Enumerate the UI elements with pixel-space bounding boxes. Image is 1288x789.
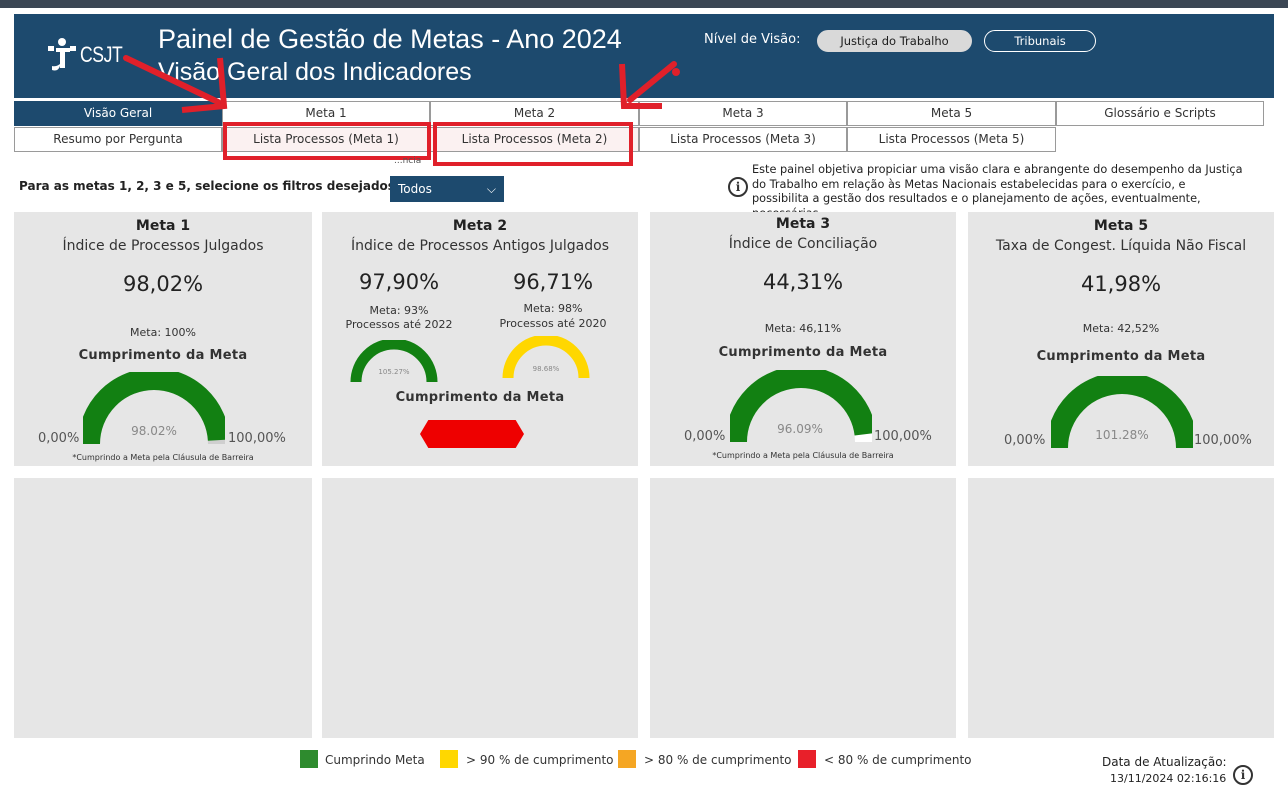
gauge-value: 96.09% <box>777 422 823 436</box>
legend-swatch-80 <box>618 750 636 768</box>
card-desc-2022: Processos até 2022 <box>345 318 453 331</box>
card-title: Meta 5 <box>1093 218 1149 234</box>
annotation-arrow-right <box>619 61 680 109</box>
card-title: Meta 3 <box>775 216 831 232</box>
tab-resumo-por-pergunta[interactable]: Resumo por Pergunta <box>14 127 222 152</box>
cumprimento-label: Cumprimento da Meta <box>78 348 248 363</box>
gauge-chart-2022 <box>350 340 438 383</box>
nivel-visao-label: Nível de Visão: <box>704 32 801 47</box>
card-title: Meta 1 <box>135 218 191 234</box>
card-subtitle: Índice de Processos Antigos Julgados <box>350 238 610 254</box>
filter-instruction-label: Para as metas 1, 2, 3 e 5, selecione os … <box>19 179 400 193</box>
empty-panel-3 <box>650 478 956 738</box>
legend-swatch-90 <box>440 750 458 768</box>
cumprimento-label: Cumprimento da Meta <box>1036 349 1206 364</box>
card-meta-target: Meta: 100% <box>130 326 196 339</box>
annotation-highlight-box-meta-1 <box>223 122 431 160</box>
gauge-min-label: 0,00% <box>1004 433 1046 448</box>
gauge-value: 101.28% <box>1095 428 1149 442</box>
tab-lista-processos-meta-3[interactable]: Lista Processos (Meta 3) <box>639 127 847 152</box>
tab-glossario-scripts[interactable]: Glossário e Scripts <box>1056 101 1264 126</box>
tab-lista-processos-meta-5[interactable]: Lista Processos (Meta 5) <box>847 127 1056 152</box>
gauge-value-2022: 105.27% <box>378 368 410 376</box>
annotation-arrow-left <box>123 55 228 113</box>
card-value: 41,98% <box>1080 272 1162 296</box>
gauge-max-label: 100,00% <box>228 431 286 446</box>
info-icon-update[interactable]: i <box>1233 765 1253 785</box>
card-desc-2020: Processos até 2020 <box>499 317 607 330</box>
gauge-max-label: 100,00% <box>874 429 932 444</box>
legend-label-cumprindo: Cumprindo Meta <box>325 753 425 767</box>
empty-panel-4 <box>968 478 1274 738</box>
legend-swatch-below-80 <box>798 750 816 768</box>
tab-meta-5[interactable]: Meta 5 <box>847 101 1056 126</box>
gauge-min-label: 0,00% <box>684 429 726 444</box>
card-subtitle: Índice de Processos Julgados <box>62 238 264 254</box>
card-subtitle: Índice de Conciliação <box>728 236 878 252</box>
empty-panel-2 <box>322 478 638 738</box>
legend-label-below-80: < 80 % de cumprimento <box>824 753 972 767</box>
card-value: 44,31% <box>762 270 844 294</box>
card-footnote: *Cumprindo a Meta pela Cláusula de Barre… <box>72 453 254 462</box>
gauge-value: 98.02% <box>131 424 177 438</box>
card-meta-target: Meta: 46,11% <box>764 322 842 335</box>
card-meta-5: Meta 5 Taxa de Congest. Líquida Não Fisc… <box>968 212 1274 466</box>
annotation-highlight-box-meta-2 <box>433 122 633 166</box>
card-footnote: *Cumprindo a Meta pela Cláusula de Barre… <box>712 451 894 460</box>
card-meta-target-2022: Meta: 93% <box>369 304 429 317</box>
info-icon[interactable]: i <box>728 177 748 197</box>
top-strip <box>0 0 1288 8</box>
legend-label-90: > 90 % de cumprimento <box>466 753 614 767</box>
cumprimento-label: Cumprimento da Meta <box>395 390 565 405</box>
legend-swatch-cumprindo <box>300 750 318 768</box>
card-value-2020: 96,71% <box>512 270 594 294</box>
filter-dropdown[interactable]: Todos ⌵ <box>390 176 504 202</box>
status-indicator-red <box>420 420 524 448</box>
gauge-chart-2020 <box>502 336 590 379</box>
empty-panel-1 <box>14 478 312 738</box>
card-value-2022: 97,90% <box>358 270 440 294</box>
update-label: Data de Atualização: <box>1102 755 1227 769</box>
gauge-value-2020: 98.68% <box>532 365 560 373</box>
update-date: 13/11/2024 02:16:16 <box>1110 772 1227 785</box>
nivel-justica-trabalho-button[interactable]: Justiça do Trabalho <box>817 30 972 52</box>
card-title: Meta 2 <box>452 218 508 234</box>
legend-label-80: > 80 % de cumprimento <box>644 753 792 767</box>
gauge-max-label: 100,00% <box>1194 433 1252 448</box>
card-meta-target: Meta: 42,52% <box>1082 322 1160 335</box>
filter-hint-label: ...ncia <box>394 156 422 166</box>
csjt-logo-icon <box>48 38 76 71</box>
card-meta-target-2020: Meta: 98% <box>523 302 583 315</box>
card-meta-3: Meta 3 Índice de Conciliação 44,31% Meta… <box>650 212 956 466</box>
filter-dropdown-value: Todos <box>398 182 432 196</box>
card-meta-1: Meta 1 Índice de Processos Julgados 98,0… <box>14 212 312 466</box>
nivel-tribunais-button[interactable]: Tribunais <box>984 30 1096 52</box>
cumprimento-label: Cumprimento da Meta <box>718 345 888 360</box>
card-subtitle: Taxa de Congest. Líquida Não Fiscal <box>995 238 1247 254</box>
chevron-down-icon: ⌵ <box>486 182 496 196</box>
card-value: 98,02% <box>122 272 204 296</box>
logo-text: CSJT <box>80 42 123 67</box>
gauge-min-label: 0,00% <box>38 431 80 446</box>
